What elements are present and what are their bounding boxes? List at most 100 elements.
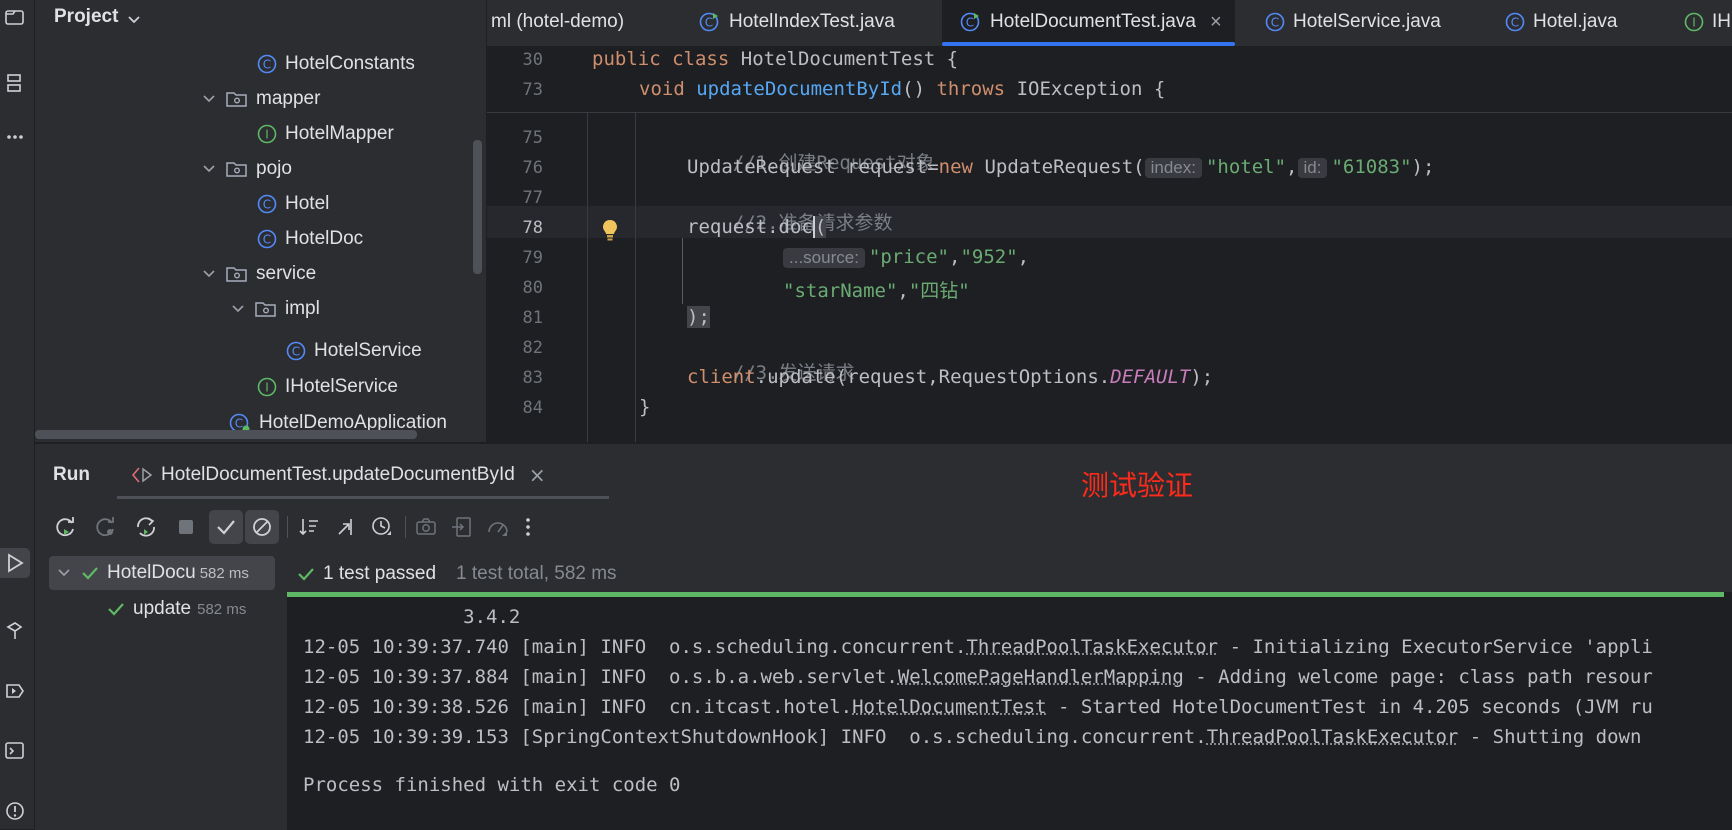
console-class-link[interactable]: ThreadPoolTaskExecutor <box>1207 726 1459 748</box>
close-icon[interactable]: × <box>529 463 546 487</box>
console-text: 12-05 10:39:39.153 [SpringContextShutdow… <box>303 726 1207 748</box>
tree-item[interactable]: I HotelMapper <box>257 117 394 151</box>
horizontal-scrollbar[interactable] <box>35 430 417 439</box>
code-keyword: new <box>939 156 973 178</box>
sticky-lines: 30 73 public class HotelDocumentTest { v… <box>487 46 1732 113</box>
run-tool-icon[interactable] <box>0 548 30 578</box>
code-method: doc <box>779 216 813 238</box>
chevron-down-icon[interactable] <box>200 93 218 105</box>
tool-window-strip <box>0 0 35 829</box>
text-cursor-paren: ( <box>813 216 826 238</box>
code-keyword: void <box>639 78 685 100</box>
structure-tool-icon[interactable] <box>0 68 30 98</box>
console-output[interactable]: 1 test passed 1 test total, 582 ms 3.4.2… <box>287 556 1732 830</box>
indent-guide <box>587 112 588 442</box>
line-number: 82 <box>487 338 543 358</box>
code-text: UpdateRequest request= <box>687 156 939 178</box>
chevron-down-icon[interactable] <box>200 163 218 175</box>
code-keyword: class <box>672 48 729 70</box>
console-line: 12-05 10:39:37.884 [main] INFO o.s.b.a.w… <box>303 666 1653 688</box>
class-icon: C <box>257 194 277 214</box>
chevron-down-icon[interactable] <box>200 268 218 280</box>
tree-item[interactable]: C HotelConstants <box>257 47 415 81</box>
problems-tool-icon[interactable] <box>0 796 30 826</box>
build-tool-icon[interactable] <box>0 616 30 646</box>
class-icon: C <box>257 54 277 74</box>
svg-text:C: C <box>263 58 271 72</box>
more-tools-icon[interactable] <box>0 122 30 152</box>
collapse-all-icon[interactable] <box>329 510 363 544</box>
import-tests-icon[interactable] <box>445 510 479 544</box>
console-class-link[interactable]: WelcomePageHandlerMapping <box>898 666 1184 688</box>
run-tab-underline <box>117 496 609 499</box>
console-class-link[interactable]: HotelDocumentTest <box>852 696 1046 718</box>
tree-item[interactable]: I IHotelService <box>257 370 398 404</box>
console-line: 12-05 10:39:37.740 [main] INFO o.s.sched… <box>303 636 1653 658</box>
code-line-80: "starName","四钻" <box>783 276 970 303</box>
vertical-scrollbar[interactable] <box>473 140 482 274</box>
tree-item-label: mapper <box>256 88 320 110</box>
tree-item[interactable]: C HotelDoc <box>257 222 363 256</box>
tab-hotel-service[interactable]: C HotelService.java <box>1265 0 1465 44</box>
code-line-84: } <box>639 396 650 418</box>
chevron-down-icon[interactable] <box>229 303 247 315</box>
show-ignored-icon[interactable] <box>245 510 279 544</box>
test-node-child[interactable]: update 582 ms <box>107 592 246 626</box>
code-text: () <box>902 78 925 100</box>
interface-icon: I <box>257 124 277 144</box>
svg-text:I: I <box>265 128 269 142</box>
project-header[interactable]: Project <box>35 0 486 40</box>
test-node-label: HotelDocu <box>107 562 196 584</box>
tab-ihotel-service[interactable]: I IH <box>1684 0 1732 44</box>
interface-icon: I <box>1684 12 1704 32</box>
camera-icon[interactable] <box>409 510 443 544</box>
svg-text:C: C <box>1511 16 1519 30</box>
sort-icon[interactable] <box>293 510 327 544</box>
sticky-class-line[interactable]: public class HotelDocumentTest { <box>592 48 958 70</box>
project-tool-icon[interactable] <box>0 2 30 32</box>
tab-pom-xml[interactable]: ml (hotel-demo) <box>489 0 671 44</box>
lightbulb-icon[interactable] <box>601 218 619 247</box>
coverage-icon[interactable] <box>481 510 515 544</box>
line-number: 73 <box>487 80 543 100</box>
tree-folder[interactable]: pojo <box>200 152 292 186</box>
code-editor[interactable]: 75 76 77 78 79 80 81 82 83 84 //1.创建Requ… <box>487 46 1732 442</box>
terminal-tool-icon[interactable] <box>0 736 30 766</box>
tree-folder[interactable]: service <box>200 257 316 291</box>
tree-item[interactable]: C Hotel <box>257 187 329 221</box>
rerun-failed-icon[interactable] <box>89 510 123 544</box>
tree-folder[interactable]: impl <box>229 292 320 326</box>
services-tool-icon[interactable] <box>0 676 30 706</box>
stop-icon[interactable] <box>169 510 203 544</box>
code-text: , <box>1018 246 1029 268</box>
sticky-method-line[interactable]: void updateDocumentById() throws IOExcep… <box>639 78 1165 100</box>
console-text: - Initializing ExecutorService 'appli <box>1218 636 1653 658</box>
console-text: 12-05 10:39:38.526 [main] INFO cn.itcast… <box>303 696 852 718</box>
show-passed-icon[interactable] <box>209 510 243 544</box>
chevron-down-icon[interactable] <box>57 567 71 579</box>
line-number: 76 <box>487 158 543 178</box>
code-string: "952" <box>960 246 1017 268</box>
tree-item-label: HotelConstants <box>285 53 415 75</box>
tab-hotel[interactable]: C Hotel.java <box>1505 0 1645 44</box>
toggle-auto-test-icon[interactable] <box>129 510 163 544</box>
code-line-81: ); <box>687 306 710 328</box>
tree-item[interactable]: C HotelService <box>286 334 422 368</box>
project-panel: Project C HotelConstants mapper I HotelM… <box>35 0 486 442</box>
tab-label: HotelIndexTest.java <box>729 11 895 33</box>
run-config-tab[interactable]: HotelDocumentTest.updateDocumentById × <box>131 454 611 496</box>
code-string: "price" <box>869 246 949 268</box>
test-node-root[interactable]: HotelDocu 582 ms <box>49 556 275 590</box>
console-class-link[interactable]: ThreadPoolTaskExecutor <box>966 636 1218 658</box>
close-icon[interactable]: × <box>1210 11 1222 34</box>
code-field: client <box>687 366 756 388</box>
tree-folder[interactable]: mapper <box>200 82 320 116</box>
tab-hotel-document-test[interactable]: C HotelDocumentTest.java × <box>942 0 1235 44</box>
history-icon[interactable] <box>365 510 399 544</box>
tab-hotel-index-test[interactable]: C HotelIndexTest.java <box>699 0 939 44</box>
code-text: .update(request,RequestOptions. <box>756 366 1111 388</box>
rerun-icon[interactable] <box>49 510 83 544</box>
more-options-icon[interactable] <box>511 510 545 544</box>
line-number: 79 <box>487 248 543 268</box>
chevron-down-icon[interactable] <box>127 10 141 31</box>
